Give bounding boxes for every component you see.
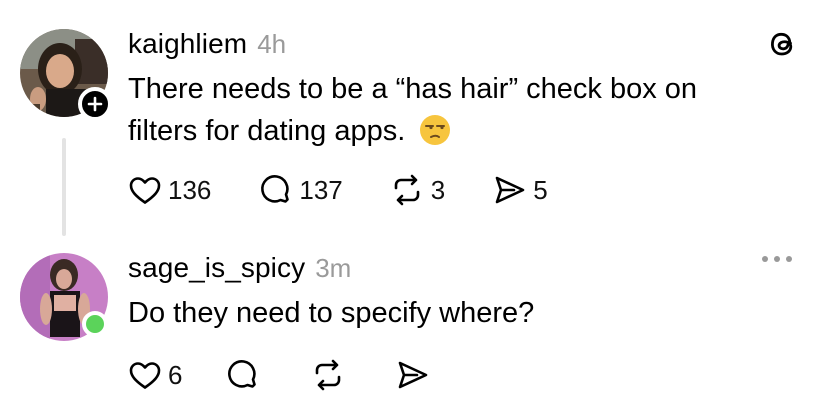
- reply-bubble-icon: [261, 175, 290, 203]
- like-count: 136: [168, 174, 212, 205]
- like-button[interactable]: 136: [128, 174, 211, 206]
- thread-post: kaighliem 4h There needs to be a “has ha…: [0, 0, 828, 240]
- more-dot: [762, 256, 768, 262]
- repost-button[interactable]: [310, 358, 346, 392]
- post-actions: 136 137 3 5: [128, 173, 548, 207]
- send-icon: [495, 176, 525, 204]
- reply-button[interactable]: 137: [259, 173, 343, 207]
- share-button[interactable]: [396, 359, 430, 391]
- reply-count: 137: [299, 174, 343, 205]
- more-dot: [786, 256, 792, 262]
- username[interactable]: kaighliem: [128, 28, 247, 60]
- reply-button[interactable]: [226, 358, 260, 392]
- unamused-face-emoji-icon: [420, 115, 451, 145]
- post-header: kaighliem 4h: [128, 28, 286, 60]
- like-count: 6: [168, 359, 183, 390]
- post-text-line: There needs to be a “has hair” check box…: [128, 73, 698, 105]
- timestamp: 4h: [257, 29, 287, 59]
- repost-button[interactable]: 3: [389, 173, 445, 207]
- send-icon: [399, 361, 428, 389]
- more-options-icon[interactable]: [762, 256, 792, 262]
- threads-logo-icon[interactable]: [766, 28, 800, 62]
- repost-icon: [394, 174, 420, 206]
- repost-count: 3: [430, 174, 446, 205]
- post-text: Do they need to specify where?: [128, 297, 535, 329]
- heart-icon: [129, 177, 161, 204]
- share-count: 5: [533, 174, 548, 205]
- reply-bubble-icon: [228, 360, 257, 388]
- post-text: There needs to be a “has hair” check box…: [128, 68, 768, 152]
- heart-icon: [129, 362, 161, 389]
- thread-connector-line: [62, 138, 66, 236]
- repost-icon: [316, 359, 341, 391]
- post-actions: 6: [128, 358, 430, 392]
- online-status-indicator: [82, 311, 108, 337]
- post-text-segment: filters for dating apps.: [128, 115, 406, 147]
- share-button[interactable]: 5: [493, 174, 548, 206]
- like-button[interactable]: 6: [128, 359, 182, 391]
- username[interactable]: sage_is_spicy: [128, 252, 305, 284]
- follow-button[interactable]: [78, 87, 112, 121]
- timestamp: 3m: [315, 253, 352, 283]
- post-text-line: filters for dating apps.: [128, 110, 768, 152]
- plus-icon: [87, 96, 103, 112]
- more-dot: [774, 256, 780, 262]
- post-header: sage_is_spicy 3m: [128, 252, 351, 284]
